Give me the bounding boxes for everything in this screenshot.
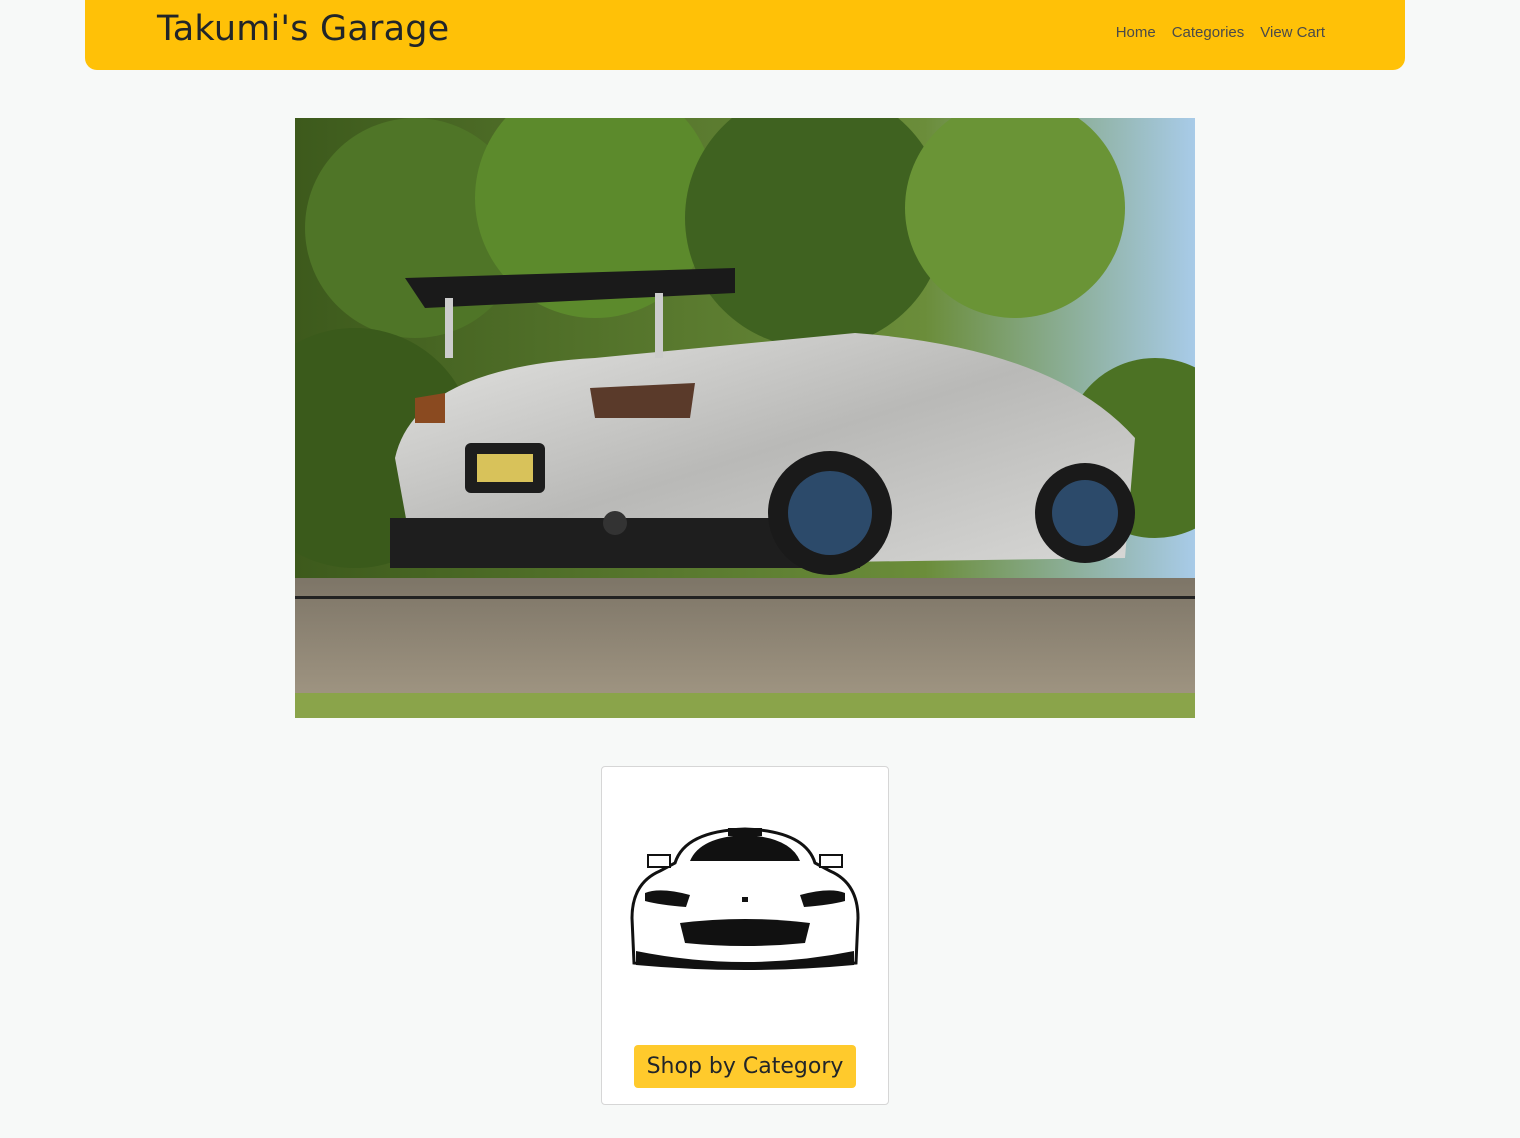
category-card: Shop by Category: [601, 766, 889, 1105]
hero-car-photo: [295, 118, 1195, 718]
site-brand[interactable]: Takumi's Garage: [157, 9, 449, 49]
nav-links: Home Categories View Cart: [1116, 24, 1325, 41]
nav-link-view-cart[interactable]: View Cart: [1260, 24, 1325, 41]
nav-link-home[interactable]: Home: [1116, 24, 1156, 41]
car-front-illustration: [630, 827, 860, 970]
hero-car-illustration: [295, 118, 1195, 718]
shop-by-category-button[interactable]: Shop by Category: [634, 1045, 856, 1088]
nav-link-categories[interactable]: Categories: [1172, 24, 1245, 41]
top-navbar: Takumi's Garage Home Categories View Car…: [85, 0, 1405, 70]
